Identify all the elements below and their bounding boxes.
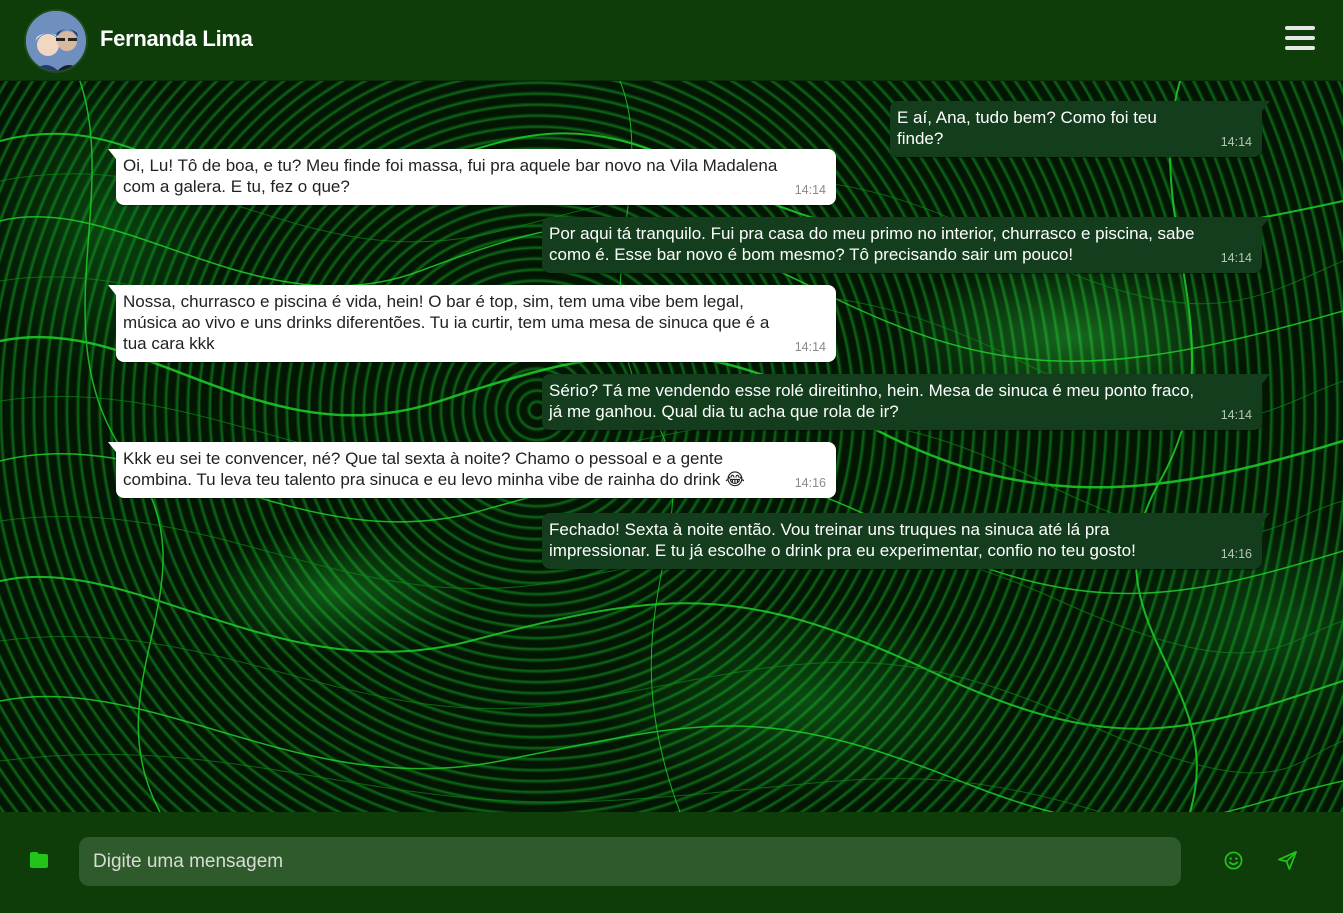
message-text: Oi, Lu! Tô de boa, e tu? Meu finde foi m… [123,156,778,196]
message-text: Kkk eu sei te convencer, né? Que tal sex… [123,449,745,489]
avatar-image [26,11,86,71]
message-incoming[interactable]: Oi, Lu! Tô de boa, e tu? Meu finde foi m… [108,149,836,205]
contact-name: Fernanda Lima [100,26,253,51]
message-time: 14:14 [794,340,826,354]
message-input[interactable] [79,837,1181,886]
menu-bar [1285,26,1315,30]
message-time: 14:16 [1220,547,1252,561]
chat-header: Fernanda Lima [0,0,1343,81]
menu-bar [1285,36,1315,40]
message-time: 14:14 [1220,408,1252,422]
message-text: E aí, Ana, tudo bem? Como foi teu finde? [897,108,1157,148]
folder-icon[interactable] [30,852,48,868]
message-time: 14:14 [1220,251,1252,265]
message-outgoing[interactable]: Fechado! Sexta à noite então. Vou treina… [542,513,1270,569]
smiley-icon[interactable] [1224,851,1243,870]
message-text: Por aqui tá tranquilo. Fui pra casa do m… [549,224,1195,264]
message-outgoing[interactable]: Por aqui tá tranquilo. Fui pra casa do m… [542,217,1270,273]
message-time: 14:16 [794,476,826,490]
message-time: 14:14 [1220,135,1252,149]
avatar[interactable] [24,9,88,73]
menu-bar [1285,46,1315,50]
message-text: Nossa, churrasco e piscina é vida, hein!… [123,292,770,353]
message-time: 14:14 [794,183,826,197]
message-list[interactable]: E aí, Ana, tudo bem? Como foi teu finde?… [0,81,1343,812]
message-text: Sério? Tá me vendendo esse rolé direitin… [549,381,1195,421]
message-text: Fechado! Sexta à noite então. Vou treina… [549,520,1136,560]
message-incoming[interactable]: Nossa, churrasco e piscina é vida, hein!… [108,285,836,362]
send-icon[interactable] [1278,851,1297,870]
message-outgoing[interactable]: Sério? Tá me vendendo esse rolé direitin… [542,374,1270,430]
message-outgoing[interactable]: E aí, Ana, tudo bem? Como foi teu finde?… [890,101,1270,157]
hamburger-menu-icon[interactable] [1285,26,1315,52]
message-incoming[interactable]: Kkk eu sei te convencer, né? Que tal sex… [108,442,836,498]
